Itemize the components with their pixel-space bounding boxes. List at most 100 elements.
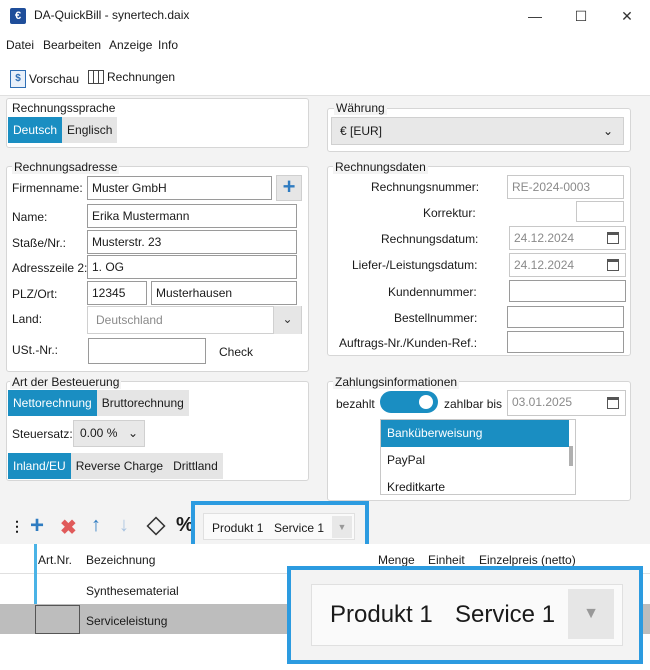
calendar-icon[interactable] [607, 397, 619, 409]
list-scrollbar[interactable] [569, 446, 573, 466]
delete-item-icon[interactable]: ✖ [60, 515, 77, 540]
invoices-label: Rechnungen [107, 70, 176, 84]
tax-rate-select[interactable]: 0.00 % ⌄ [73, 420, 145, 447]
chevron-down-icon: ⌄ [127, 426, 138, 440]
calendar-icon[interactable] [607, 232, 619, 244]
invoice-data-title: Rechnungsdaten [333, 160, 428, 174]
payment-method-bank[interactable]: Banküberweisung [381, 420, 569, 447]
tax-rate-value: 0.00 % [80, 426, 118, 440]
col-art-nr[interactable]: Art.Nr. [38, 553, 72, 567]
preview-label: Vorschau [29, 72, 80, 86]
menu-anzeige[interactable]: Anzeige [109, 38, 152, 52]
zoomed-filter-tabs: Produkt 1 Service 1 ▼ [311, 584, 623, 646]
correction-field[interactable] [576, 201, 624, 222]
highlight-frame [191, 501, 369, 550]
menu-bearbeiten[interactable]: Bearbeiten [43, 38, 101, 52]
move-down-icon[interactable]: ↓ [119, 514, 129, 537]
order-number-field[interactable] [507, 306, 624, 328]
payment-method-paypal[interactable]: PayPal [381, 447, 569, 474]
triangle-down-icon: ▼ [568, 589, 614, 639]
region-drittland-button[interactable]: Drittland [168, 453, 223, 479]
col-menge[interactable]: Menge [378, 553, 415, 567]
paid-toggle[interactable] [380, 391, 438, 413]
name-field[interactable]: Erika Mustermann [87, 204, 297, 228]
preview-icon: $ [10, 70, 26, 88]
currency-select[interactable]: € [EUR] ⌄ [331, 117, 624, 145]
preview-button[interactable]: $ Vorschau [10, 70, 79, 88]
lang-englisch-button[interactable]: Englisch [62, 117, 118, 143]
toggle-knob [419, 395, 433, 409]
gross-invoice-button[interactable]: Bruttorechnung [96, 390, 189, 416]
due-date-value: 03.01.2025 [512, 395, 573, 409]
language-switch: Deutsch Englisch [8, 117, 118, 143]
region-reverse-charge-button[interactable]: Reverse Charge [70, 453, 169, 479]
net-invoice-button[interactable]: Nettorechnung [8, 390, 97, 416]
plus-icon: + [282, 174, 296, 199]
invoice-number-field[interactable]: RE-2024-0003 [507, 175, 624, 199]
menu-datei[interactable]: Datei [6, 38, 34, 52]
street-label: Staße/Nr.: [12, 236, 67, 250]
line2-field[interactable]: 1. OG [87, 255, 297, 279]
city-field[interactable]: Musterhausen [151, 281, 297, 305]
invoice-date-value: 24.12.2024 [514, 231, 575, 245]
language-title: Rechnungssprache [12, 101, 116, 115]
add-contact-button[interactable]: + [276, 175, 302, 201]
company-field[interactable]: Muster GmbH [87, 176, 272, 200]
customer-number-label: Kundennummer: [388, 285, 477, 299]
address-title: Rechnungsadresse [12, 160, 120, 174]
taxation-title: Art der Besteuerung [10, 375, 122, 389]
check-vat-button[interactable]: Check [219, 345, 253, 359]
window-title: DA-QuickBill - synertech.daix [34, 8, 190, 22]
order-ref-field[interactable] [507, 331, 624, 353]
street-field[interactable]: Musterstr. 23 [87, 230, 297, 254]
order-number-label: Bestellnummer: [394, 311, 478, 325]
country-value: Deutschland [96, 313, 163, 327]
due-date-field[interactable]: 03.01.2025 [507, 390, 626, 416]
close-button[interactable]: ✕ [604, 0, 650, 32]
menu-info[interactable]: Info [158, 38, 178, 52]
maximize-button[interactable]: ☐ [558, 0, 604, 32]
minimize-button[interactable]: — [512, 0, 558, 32]
selected-cell[interactable] [35, 605, 80, 634]
payment-title: Zahlungsinformationen [333, 375, 460, 389]
country-label: Land: [12, 312, 43, 326]
more-icon[interactable]: ⋮ [10, 518, 24, 535]
line2-label: Adresszeile 2: [12, 261, 88, 275]
order-ref-label: Auftrags-Nr./Kunden-Ref.: [339, 336, 478, 350]
customer-number-field[interactable] [509, 280, 626, 302]
name-label: Name: [12, 210, 48, 224]
invoice-date-field[interactable]: 24.12.2024 [509, 226, 626, 250]
delivery-date-value: 24.12.2024 [514, 258, 575, 272]
currency-value: € [EUR] [340, 124, 383, 138]
chevron-down-icon: ⌄ [273, 306, 301, 334]
country-select[interactable]: Deutschland ⌄ [87, 306, 302, 334]
table-row[interactable]: Synthesematerial [86, 584, 179, 598]
payment-method-list[interactable]: Banküberweisung PayPal Kreditkarte [380, 419, 576, 495]
chevron-down-icon: ⌄ [602, 124, 613, 138]
vat-label: USt.-Nr.: [12, 343, 59, 357]
zoomed-tab-service: Service 1 [455, 601, 556, 628]
table-icon [88, 70, 104, 84]
table-row[interactable]: Serviceleistung [86, 614, 167, 628]
add-item-icon[interactable]: + [30, 512, 44, 540]
zoomed-tab-produkt: Produkt 1 [330, 601, 433, 628]
region-inland-button[interactable]: Inland/EU [8, 453, 71, 479]
company-label: Firmenname: [12, 181, 83, 195]
payment-method-card[interactable]: Kreditkarte [381, 474, 569, 494]
paid-label: bezahlt [336, 397, 375, 411]
col-bezeichnung[interactable]: Bezeichnung [86, 553, 155, 567]
lang-deutsch-button[interactable]: Deutsch [8, 117, 63, 143]
col-einheit[interactable]: Einheit [428, 553, 465, 567]
col-einzelpreis[interactable]: Einzelpreis (netto) [479, 553, 576, 567]
menu-bar: Datei Bearbeiten Anzeige Info [0, 32, 650, 58]
delivery-date-field[interactable]: 24.12.2024 [509, 253, 626, 277]
calendar-icon[interactable] [607, 259, 619, 271]
title-bar: € DA-QuickBill - synertech.daix — ☐ ✕ [0, 0, 650, 32]
move-up-icon[interactable]: ↑ [91, 514, 101, 537]
delivery-date-label: Liefer-/Leistungsdatum: [352, 258, 478, 272]
zip-field[interactable]: 12345 [87, 281, 147, 305]
invoices-button[interactable]: Rechnungen [88, 70, 175, 84]
due-label: zahlbar bis [444, 397, 503, 411]
package-icon[interactable] [146, 516, 166, 536]
vat-field[interactable] [88, 338, 206, 364]
